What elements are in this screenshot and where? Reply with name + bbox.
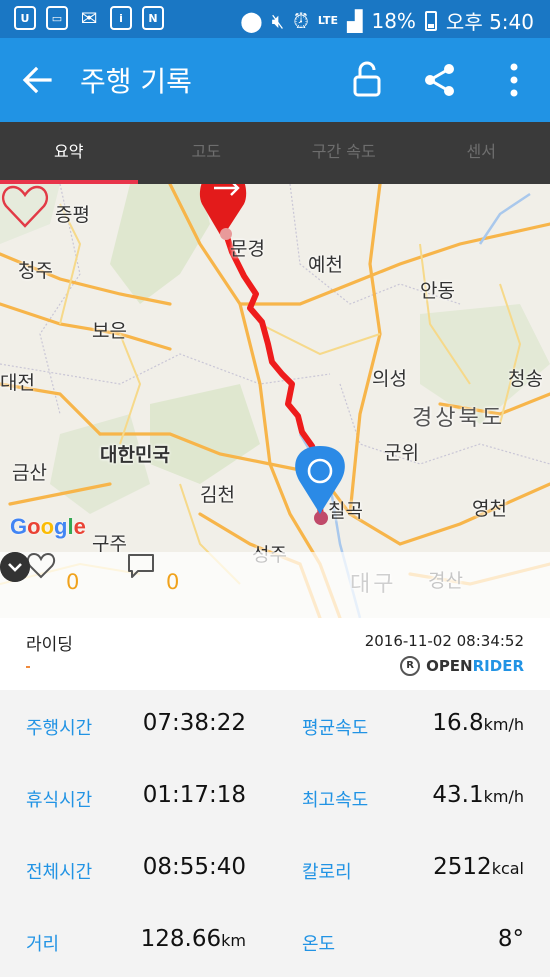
map-label: 영천 <box>472 498 507 520</box>
stats-row: 휴식시간 01:17:18 최고속도 43.1km/h <box>0 762 550 834</box>
stat-value: 128.66km <box>140 926 246 952</box>
stat-label: 휴식시간 <box>26 790 93 811</box>
stat-value: 8° <box>497 926 524 952</box>
ride-type-indicator <box>26 666 30 668</box>
brand-rider: RIDER <box>472 657 524 675</box>
stats-row: 전체시간 08:55:40 칼로리 2512kcal <box>0 834 550 906</box>
signal-icon: ▟ <box>347 8 363 33</box>
notification-icons: U ▭ ✉ i N <box>14 6 164 30</box>
stats-row: 주행시간 07:38:22 평균속도 16.8km/h <box>0 690 550 762</box>
like-icon[interactable] <box>26 552 56 580</box>
map-label: 증평 <box>55 204 90 226</box>
map-label: 청송 <box>508 368 543 390</box>
unlock-icon[interactable] <box>347 60 387 100</box>
map-label: 보은 <box>92 320 127 342</box>
map-label: 군위 <box>384 442 419 464</box>
map-label: 칠곡 <box>328 500 363 522</box>
map-label: 금산 <box>12 462 47 484</box>
favorite-heart-icon[interactable] <box>0 184 50 230</box>
stat-value: 07:38:22 <box>142 710 246 736</box>
openrider-mark: R <box>400 656 421 676</box>
location-icon: ⬤ <box>240 8 263 33</box>
map-label: 안동 <box>420 280 455 302</box>
ride-stats: 주행시간 07:38:22 평균속도 16.8km/h 휴식시간 01:17:1… <box>0 690 550 977</box>
stat-label: 온도 <box>302 934 336 955</box>
info-notification-icon: i <box>110 6 132 30</box>
mail-notification-icon: ✉ <box>80 6 98 30</box>
nfc-notification-icon: N <box>142 6 164 30</box>
tab-summary[interactable]: 요약 <box>0 122 138 184</box>
stat-value: 08:55:40 <box>142 854 246 880</box>
stats-row: 거리 128.66km 온도 8° <box>0 906 550 977</box>
app-bar: 주행 기록 <box>0 38 550 122</box>
more-options-icon[interactable] <box>494 60 534 100</box>
brand-open: OPEN <box>426 657 473 675</box>
status-bar: U ▭ ✉ i N ⬤ 🔇︎ ⏰︎ LTE ▟ 18% 오후 5:40 <box>0 0 550 38</box>
battery-icon <box>424 10 437 31</box>
map-label: 대한민국 <box>100 444 170 466</box>
ride-date: 2016-11-02 08:34:52 <box>364 632 524 650</box>
google-logo: Google <box>10 514 86 539</box>
page-title: 주행 기록 <box>80 65 192 98</box>
like-count: 0 <box>66 570 80 594</box>
app-notification-icon: U <box>14 6 36 30</box>
lte-indicator: LTE <box>317 14 339 27</box>
tab-elevation[interactable]: 고도 <box>138 122 276 184</box>
stat-label: 거리 <box>26 934 60 955</box>
stat-value: 01:17:18 <box>142 782 246 808</box>
ride-name: 라이딩 <box>26 635 73 655</box>
ride-info: 라이딩 2016-11-02 08:34:52 R OPENRIDER <box>0 618 550 690</box>
stat-value: 2512kcal <box>433 854 524 880</box>
system-icons: ⬤ 🔇︎ ⏰︎ LTE ▟ 18% 오후 5:40 <box>240 6 534 35</box>
battery-percent: 18% <box>371 8 416 33</box>
comment-count: 0 <box>166 570 180 594</box>
map-label: 의성 <box>372 368 407 390</box>
map-label: 김천 <box>200 484 235 506</box>
social-bar: 0 0 <box>0 552 550 618</box>
map-label: 문경 <box>230 238 265 260</box>
comment-icon[interactable] <box>126 552 156 580</box>
gallery-notification-icon: ▭ <box>46 6 68 30</box>
alarm-icon: ⏰︎ <box>293 8 309 33</box>
tab-bar: 요약 고도 구간 속도 센서 <box>0 122 550 184</box>
stat-value: 43.1km/h <box>432 782 524 808</box>
stat-label: 주행시간 <box>26 718 93 739</box>
route-map[interactable]: 증평 청주 보은 대전 금산 대한민국 김천 구주 성주 문경 예천 안동 의성… <box>0 184 550 618</box>
tab-sensor[interactable]: 센서 <box>413 122 550 184</box>
stat-label: 평균속도 <box>302 718 369 739</box>
chevron-down-icon[interactable] <box>0 552 30 582</box>
back-arrow-icon[interactable] <box>20 62 54 98</box>
clock: 오후 5:40 <box>445 10 534 34</box>
stat-label: 전체시간 <box>26 862 93 883</box>
stat-value: 16.8km/h <box>432 710 524 736</box>
map-label: 대전 <box>0 372 35 394</box>
share-icon[interactable] <box>420 60 460 100</box>
stat-label: 최고속도 <box>302 790 369 811</box>
openrider-logo: R OPENRIDER <box>400 656 524 676</box>
map-label: 청주 <box>18 260 53 282</box>
mute-icon: 🔇︎ <box>271 8 285 33</box>
map-label: 경상북도 <box>412 406 505 431</box>
tab-section-speed[interactable]: 구간 속도 <box>275 122 413 184</box>
stat-label: 칼로리 <box>302 862 352 883</box>
map-label: 예천 <box>308 254 343 276</box>
